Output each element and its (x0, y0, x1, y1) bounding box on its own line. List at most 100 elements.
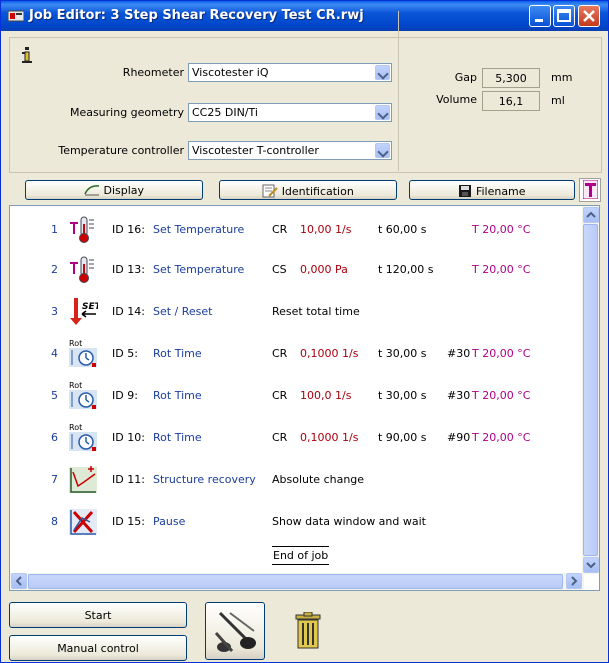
filename-label: Filename (475, 185, 526, 198)
step-description: Reset total time (272, 305, 360, 318)
scroll-down-button[interactable] (583, 557, 599, 573)
horizontal-scroll-thumb[interactable] (28, 574, 563, 589)
step-description: Show data window and wait (272, 515, 426, 528)
temp-controller-select[interactable]: Viscotester T-controller (188, 141, 392, 160)
job-step-row[interactable]: 1 ID 16: Set Temperature CR 10,00 1/s t 60,00… (10, 214, 580, 244)
manual-control-label: Manual control (57, 642, 139, 655)
step-number: 1 (51, 223, 58, 236)
gap-unit: mm (551, 71, 573, 84)
step-name: Pause (153, 515, 186, 528)
step-number: 2 (51, 263, 58, 276)
identification-button[interactable]: Identification (219, 180, 397, 200)
rot-time-icon[interactable]: Rot (68, 338, 98, 368)
gap-readout: 5,300 (482, 68, 540, 88)
temp-controller-value: Viscotester T-controller (192, 144, 319, 157)
step-id: ID 11: (112, 473, 145, 486)
gap-label: Gap (454, 71, 477, 84)
svg-text:Rot: Rot (69, 381, 82, 390)
manual-control-button[interactable]: Manual control (9, 635, 187, 661)
step-id: ID 14: (112, 305, 145, 318)
geometry-select[interactable]: CC25 DIN/Ti (188, 103, 392, 122)
job-step-row[interactable]: 3 SET ID 14: Set / Reset Reset total time (10, 296, 580, 326)
display-icon (84, 185, 100, 196)
control-mode: CR (272, 389, 288, 402)
scroll-up-button[interactable] (583, 207, 599, 223)
display-button[interactable]: Display (25, 180, 203, 200)
trash-icon[interactable] (293, 612, 323, 650)
chevron-left-icon (15, 576, 22, 586)
chevron-down-icon (586, 562, 596, 569)
template-button[interactable] (579, 178, 601, 202)
measuring-tool-button[interactable] (205, 602, 265, 660)
scroll-right-button[interactable] (566, 573, 582, 589)
measuring-system-icon (214, 611, 256, 652)
scroll-left-button[interactable] (11, 573, 27, 589)
step-name: Set / Reset (153, 305, 213, 318)
chevron-down-icon[interactable] (375, 143, 390, 158)
set-reset-icon[interactable]: SET (68, 296, 102, 326)
control-mode: CR (272, 347, 288, 360)
chevron-down-icon[interactable] (375, 105, 390, 120)
rot-time-icon[interactable]: Rot (68, 380, 98, 410)
setpoint-value: 10,00 1/s (300, 223, 352, 236)
structure-recovery-icon[interactable] (68, 464, 98, 494)
job-step-row[interactable]: 5 Rot ID 9: Rot Time CR 100,0 1/s t 30,00 s #30… (10, 380, 580, 410)
step-id: ID 10: (112, 431, 145, 444)
job-editor-window: Job Editor: 3 Step Shear Recovery Test C… (0, 0, 609, 663)
svg-text:Rot: Rot (69, 423, 82, 432)
pause-icon[interactable] (68, 506, 98, 536)
horizontal-scrollbar[interactable] (10, 573, 584, 590)
filename-button[interactable]: Filename (409, 180, 575, 200)
step-number: 7 (51, 473, 58, 486)
job-step-row[interactable]: 7 ID 11: Structure recovery Absolute change (10, 464, 580, 494)
point-count: #30 (447, 347, 471, 360)
rheometer-select[interactable]: Viscotester iQ (188, 63, 392, 82)
thermometer-icon[interactable] (68, 254, 98, 284)
duration-value: t 120,00 s (378, 263, 434, 276)
identification-icon (262, 184, 278, 198)
info-icon (22, 47, 32, 63)
svg-text:SET: SET (82, 302, 98, 312)
step-number: 3 (51, 305, 58, 318)
identification-label: Identification (281, 185, 354, 198)
step-id: ID 5: (112, 347, 138, 360)
app-icon (8, 10, 24, 22)
step-id: ID 9: (112, 389, 138, 402)
step-name: Set Temperature (153, 263, 245, 276)
temperature-value: T 20,00 °C (472, 263, 531, 276)
control-mode: CR (272, 223, 288, 236)
thermometer-icon[interactable] (68, 214, 98, 244)
step-number: 8 (51, 515, 58, 528)
step-id: ID 13: (112, 263, 145, 276)
step-name: Rot Time (153, 389, 202, 402)
setpoint-value: 0,000 Pa (300, 263, 348, 276)
step-name: Rot Time (153, 347, 202, 360)
job-step-row[interactable]: 8 ID 15: Pause Show data window and wait (10, 506, 580, 536)
control-mode: CS (272, 263, 287, 276)
duration-value: t 60,00 s (378, 223, 427, 236)
setpoint-value: 100,0 1/s (300, 389, 352, 402)
step-name: Structure recovery (153, 473, 256, 486)
setpoint-value: 0,1000 1/s (300, 431, 359, 444)
control-mode: CR (272, 431, 288, 444)
point-count: #90 (447, 431, 471, 444)
duration-value: t 30,00 s (378, 347, 427, 360)
vertical-scrollbar[interactable] (582, 206, 599, 574)
step-name: Set Temperature (153, 223, 245, 236)
temperature-value: T 20,00 °C (472, 389, 531, 402)
chevron-down-icon[interactable] (375, 65, 390, 80)
vertical-scroll-thumb[interactable] (583, 224, 598, 556)
setpoint-value: 0,1000 1/s (300, 347, 359, 360)
job-step-list[interactable]: 1 ID 16: Set Temperature CR 10,00 1/s t 60,00… (9, 205, 600, 591)
temperature-value: T 20,00 °C (472, 431, 531, 444)
job-step-row[interactable]: 6 Rot ID 10: Rot Time CR 0,1000 1/s t 90,00 s #… (10, 422, 580, 452)
step-id: ID 15: (112, 515, 145, 528)
job-step-row[interactable]: 2 ID 13: Set Temperature CS 0,000 Pa t 120,00… (10, 254, 580, 284)
job-step-row[interactable]: 4 Rot ID 5: Rot Time CR 0,1000 1/s t 30,00 s #3… (10, 338, 580, 368)
rot-time-icon[interactable]: Rot (68, 422, 98, 452)
volume-unit: ml (551, 94, 565, 107)
start-button[interactable]: Start (9, 602, 187, 628)
duration-value: t 90,00 s (378, 431, 427, 444)
window-title: Job Editor: 3 Step Shear Recovery Test C… (29, 8, 364, 23)
end-of-job-marker: End of job (272, 546, 330, 565)
